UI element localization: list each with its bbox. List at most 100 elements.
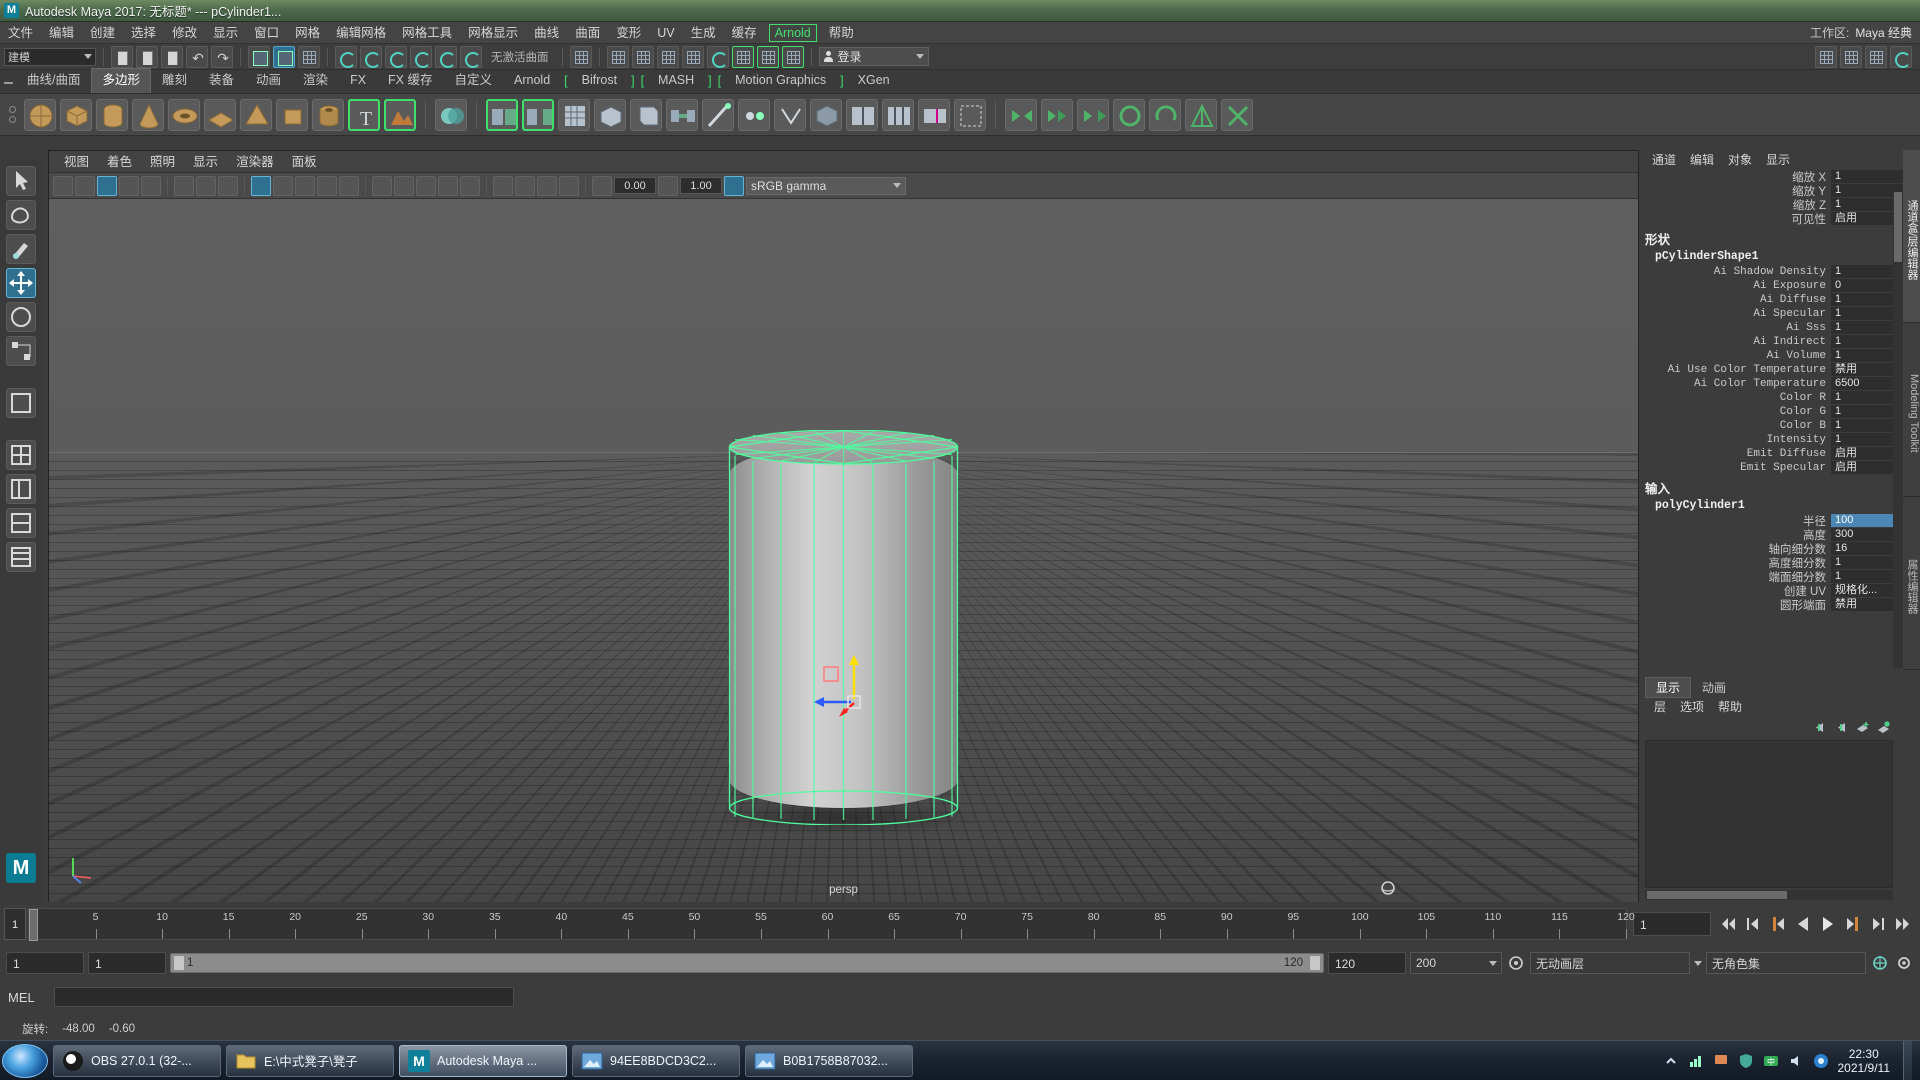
bookmark-button[interactable] — [119, 175, 139, 196]
start-orb-icon[interactable] — [2, 1043, 48, 1078]
shadows-button[interactable] — [372, 175, 392, 196]
spin-edge-button[interactable] — [1149, 98, 1181, 131]
depth-of-field-button[interactable] — [460, 175, 480, 196]
menu-item-file[interactable]: 文件 — [0, 22, 41, 44]
shaded-wireframe-button[interactable] — [295, 175, 315, 196]
camera-attributes-button[interactable] — [97, 175, 117, 196]
snap-to-projected-center-button[interactable] — [410, 45, 432, 68]
poly-sphere-button[interactable] — [24, 98, 56, 131]
viewport-menu-view[interactable]: 视图 — [55, 151, 98, 173]
shelf-tab-arnold[interactable]: Arnold — [503, 68, 561, 93]
step-forward-key-icon[interactable] — [1867, 913, 1889, 935]
volume-icon[interactable] — [1788, 1053, 1804, 1069]
shelf-tab-custom[interactable]: 自定义 — [444, 68, 504, 93]
menu-item-arnold[interactable]: Arnold — [768, 23, 817, 42]
attribute-row[interactable]: Emit Diffuse 启用 — [1641, 447, 1903, 461]
gamma-field[interactable]: 1.00 — [680, 177, 722, 194]
help-search-button[interactable] — [1815, 45, 1837, 68]
menu-item-uv[interactable]: UV — [649, 22, 682, 44]
shelf-tab-curves-surfaces[interactable]: 曲线/曲面 — [16, 68, 91, 93]
attribute-row[interactable]: Ai Exposure 0 — [1641, 279, 1903, 293]
reduce-button[interactable] — [1221, 98, 1253, 131]
attribute-row[interactable]: Ai Sss 1 — [1641, 321, 1903, 335]
type-tool-button[interactable]: T — [348, 98, 380, 131]
ipr-button[interactable] — [218, 175, 238, 196]
layer-new-icon[interactable] — [1855, 721, 1870, 734]
scale-tool-button[interactable] — [6, 336, 36, 366]
append-polygon-button[interactable] — [810, 98, 842, 131]
shelf-tab-xgen[interactable]: XGen — [847, 68, 901, 93]
xray-active-components-button[interactable] — [559, 175, 579, 196]
layer-new-selected-icon[interactable] — [1876, 720, 1891, 734]
character-set-field[interactable]: 无角色集 — [1706, 952, 1866, 974]
svg-tool-button[interactable] — [384, 98, 416, 131]
auto-key-icon[interactable] — [1506, 953, 1526, 973]
attribute-row[interactable]: 半径 100 — [1641, 514, 1903, 528]
animation-layer-field[interactable]: 无动画层 — [1530, 952, 1690, 974]
poly-cylinder-object[interactable] — [711, 430, 976, 834]
grease-pencil-button[interactable] — [196, 175, 216, 196]
timeline-playhead[interactable] — [29, 909, 38, 941]
select-by-component-button[interactable] — [298, 45, 320, 68]
attribute-row[interactable]: 缩放 Z 1 — [1641, 198, 1903, 212]
offset-edge-loop-button[interactable] — [882, 98, 914, 131]
show-hide-editors-button[interactable] — [569, 45, 592, 68]
play-backwards-icon[interactable] — [1792, 913, 1814, 935]
menu-item-surfaces[interactable]: 曲面 — [567, 22, 608, 44]
insert-edge-loop-button[interactable] — [846, 98, 878, 131]
chevron-down-icon[interactable] — [1694, 960, 1702, 966]
menu-item-mesh-tools[interactable]: 网格工具 — [394, 22, 460, 44]
select-by-object-button[interactable] — [273, 45, 295, 68]
poly-plane-button[interactable] — [204, 98, 236, 131]
poly-cube-button[interactable] — [60, 98, 92, 131]
layer-prev-all-icon[interactable] — [1834, 721, 1849, 734]
shelf-options-icon[interactable] — [4, 98, 20, 132]
snap-to-curve-button[interactable] — [360, 45, 382, 68]
save-scene-button[interactable] — [161, 45, 183, 68]
playback-end-time-field[interactable]: 120 — [1328, 952, 1406, 974]
poly-pyramid-button[interactable] — [240, 98, 272, 131]
open-channel-box-button[interactable] — [656, 45, 679, 68]
attribute-row[interactable]: Ai Color Temperature 6500 — [1641, 377, 1903, 391]
layout-persp-graph-button[interactable] — [6, 508, 36, 538]
attribute-row[interactable]: 高度细分数 1 — [1641, 556, 1903, 570]
redo-button[interactable] — [211, 45, 234, 69]
menu-item-generate[interactable]: 生成 — [683, 22, 724, 44]
isolate-select-button[interactable] — [493, 175, 513, 196]
smooth-shade-button[interactable] — [273, 175, 293, 196]
xray-joints-button[interactable] — [537, 175, 557, 196]
bevel-button[interactable] — [630, 98, 662, 131]
shelf-tab-animation[interactable]: 动画 — [245, 68, 292, 93]
attribute-row[interactable]: 可见性 启用 — [1641, 212, 1903, 226]
two-d-pan-zoom-button[interactable] — [174, 175, 194, 196]
duplicate-face-button[interactable] — [1041, 98, 1073, 131]
viewport-menu-lighting[interactable]: 照明 — [141, 151, 184, 173]
poly-torus-button[interactable] — [168, 98, 200, 131]
boolean-union-button[interactable] — [435, 98, 467, 131]
restore-layout-button[interactable] — [1865, 45, 1887, 68]
tab-anim-layers[interactable]: 动画 — [1691, 677, 1737, 698]
shelf-tab-rigging[interactable]: 装备 — [198, 68, 245, 93]
channel-menu-channels[interactable]: 通道 — [1645, 150, 1683, 170]
motion-blur-button[interactable] — [416, 175, 436, 196]
workspace-value[interactable]: Maya 经典 — [1855, 24, 1912, 41]
tab-attribute-editor[interactable]: 属性编辑器 — [1903, 496, 1920, 670]
attribute-row[interactable]: Color R1 — [1641, 391, 1903, 405]
attribute-row[interactable]: 端面细分数 1 — [1641, 570, 1903, 584]
channel-box-scrollbar[interactable] — [1893, 192, 1903, 668]
play-forwards-icon[interactable] — [1817, 913, 1839, 935]
move-manipulator[interactable] — [809, 647, 899, 737]
layer-prev-icon[interactable] — [1813, 721, 1828, 734]
attribute-row[interactable]: Ai Use Color Temperature 禁用 — [1641, 363, 1903, 377]
animation-start-time-field[interactable]: 1 — [6, 952, 84, 974]
flag-icon[interactable] — [1713, 1053, 1729, 1069]
show-desktop-button[interactable] — [1903, 1040, 1912, 1080]
smooth-button[interactable] — [558, 98, 590, 131]
step-back-frame-icon[interactable] — [1767, 913, 1789, 935]
color-profile-dropdown[interactable]: sRGB gamma — [746, 176, 906, 195]
menu-item-edit-mesh[interactable]: 编辑网格 — [328, 22, 394, 44]
layout-hypershade-button[interactable] — [6, 542, 36, 572]
attribute-row[interactable]: 圆形端面 禁用 — [1641, 598, 1903, 612]
timeline-track[interactable]: 5 10 15 20 25 30 35 40 45 50 55 60 65 70 75 80 85 90 95 100… — [28, 908, 1635, 941]
select-camera-button[interactable] — [53, 175, 73, 196]
